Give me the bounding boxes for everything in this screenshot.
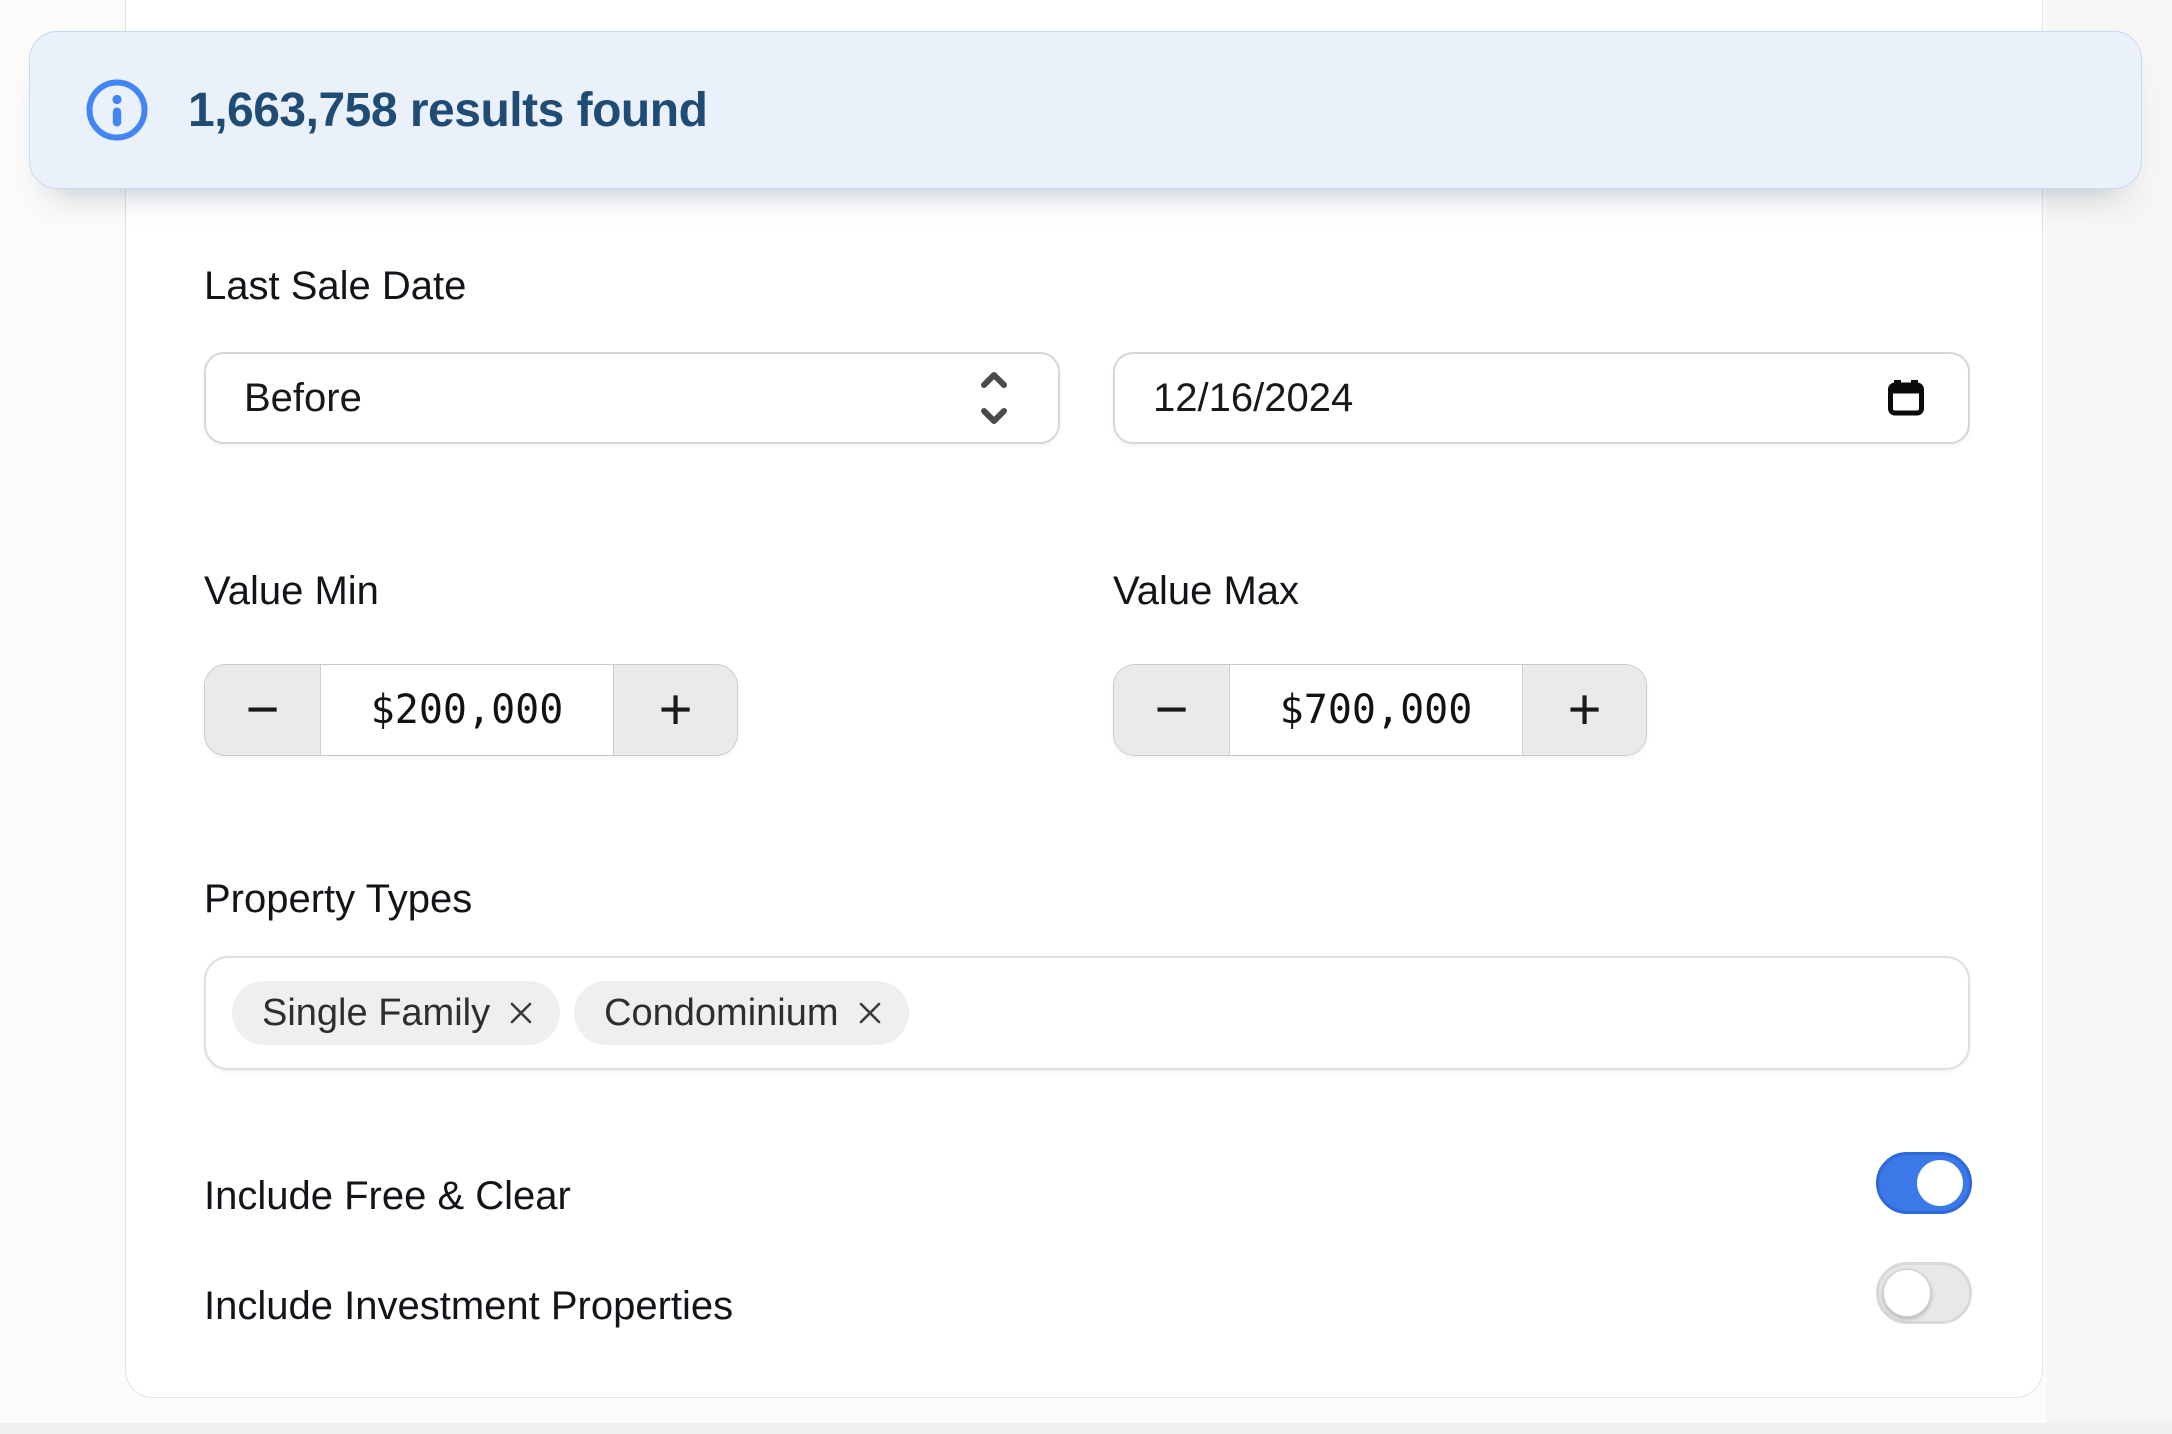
toggle-knob (1917, 1160, 1963, 1206)
property-types-combobox[interactable]: Single Family Condominium (204, 956, 1970, 1070)
results-banner: 1,663,758 results found (29, 31, 2142, 189)
property-types-label: Property Types (204, 875, 472, 923)
page-background-bottom (0, 1423, 2172, 1434)
last-sale-date-label: Last Sale Date (204, 262, 466, 310)
results-count-text: 1,663,758 results found (188, 83, 707, 138)
value-min-label: Value Min (204, 567, 379, 615)
value-max-input[interactable]: $700,000 (1230, 665, 1522, 755)
value-min-increment-button[interactable]: + (613, 665, 737, 755)
remove-tag-icon[interactable] (508, 1000, 534, 1026)
include-free-clear-label: Include Free & Clear (204, 1172, 571, 1220)
tag-label: Single Family (262, 992, 490, 1035)
property-type-tag: Single Family (232, 981, 560, 1045)
toggle-knob (1883, 1269, 1931, 1317)
value-max-label: Value Max (1113, 567, 1299, 615)
value-min-stepper: − $200,000 + (204, 664, 738, 756)
value-max-decrement-button[interactable]: − (1114, 665, 1230, 755)
sale-date-input[interactable]: 12/16/2024 (1113, 352, 1970, 444)
info-icon (86, 79, 148, 141)
include-investment-properties-label: Include Investment Properties (204, 1282, 733, 1330)
include-free-clear-toggle[interactable] (1876, 1152, 1972, 1214)
value-min-input[interactable]: $200,000 (321, 665, 613, 755)
page-background-right (2046, 0, 2172, 1434)
value-min-decrement-button[interactable]: − (205, 665, 321, 755)
value-max-increment-button[interactable]: + (1522, 665, 1646, 755)
calendar-icon[interactable] (1886, 378, 1926, 418)
remove-tag-icon[interactable] (857, 1000, 883, 1026)
value-max-stepper: − $700,000 + (1113, 664, 1647, 756)
select-chevrons-icon (974, 367, 1014, 429)
sale-date-operator-select[interactable]: Before (204, 352, 1060, 444)
tag-label: Condominium (604, 992, 838, 1035)
selected-operator: Before (206, 376, 362, 421)
date-value: 12/16/2024 (1115, 376, 1353, 421)
include-investment-properties-toggle[interactable] (1876, 1262, 1972, 1324)
property-type-tag: Condominium (574, 981, 908, 1045)
